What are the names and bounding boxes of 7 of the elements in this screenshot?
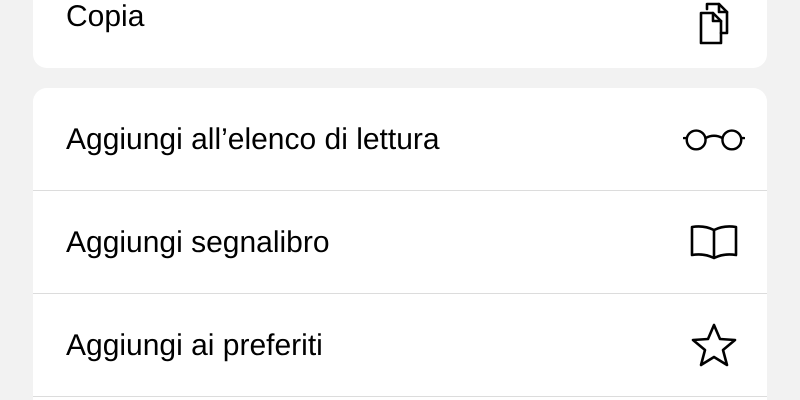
book-icon: [689, 224, 739, 260]
menu-item[interactable]: Aggiungi segnalibro: [66, 220, 330, 264]
menu-item[interactable]: Aggiungi ai preferiti: [66, 322, 323, 368]
star-icon: [690, 322, 738, 368]
copy-icon: [699, 0, 729, 44]
menu-item[interactable]: Copia: [66, 0, 144, 39]
menu-item[interactable]: Aggiungi all’elenco di lettura: [66, 116, 440, 162]
